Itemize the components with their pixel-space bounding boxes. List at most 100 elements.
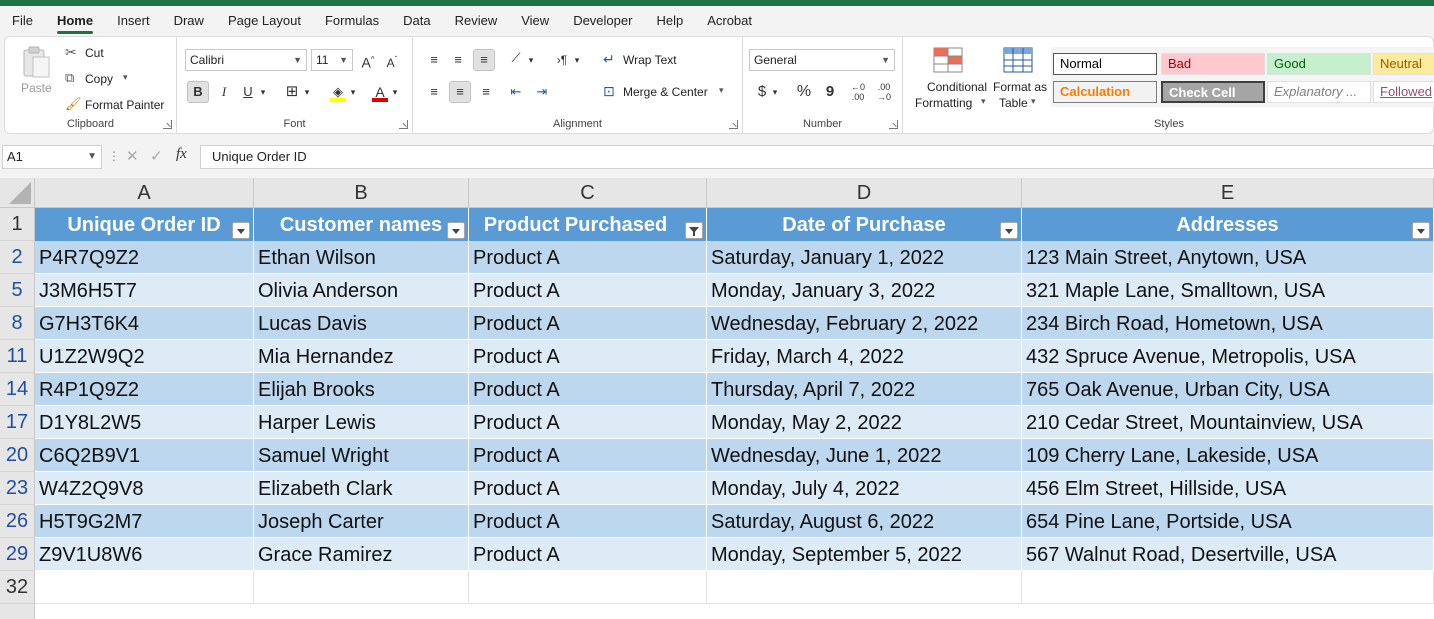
cell-product[interactable]: Product A — [469, 340, 707, 373]
header-cell-customer-names[interactable]: Customer names — [254, 208, 469, 241]
tab-acrobat[interactable]: Acrobat — [695, 6, 764, 36]
bold-button[interactable]: B — [187, 81, 209, 103]
tab-view[interactable]: View — [509, 6, 561, 36]
tab-home[interactable]: Home — [45, 6, 105, 36]
cell[interactable] — [707, 571, 1022, 604]
cell-product[interactable]: Product A — [469, 307, 707, 340]
cell-product[interactable]: Product A — [469, 406, 707, 439]
increase-decimal-icon[interactable]: ←0.00 — [847, 81, 869, 103]
column-header-d[interactable]: D — [707, 178, 1022, 208]
cell-address[interactable]: 456 Elm Street, Hillside, USA — [1022, 472, 1434, 505]
tab-page-layout[interactable]: Page Layout — [216, 6, 313, 36]
cell-order-id[interactable]: R4P1Q9Z2 — [35, 373, 254, 406]
cell-date[interactable]: Monday, May 2, 2022 — [707, 406, 1022, 439]
merge-center-button[interactable]: ⊡ Merge & Center ▾ — [601, 81, 735, 103]
underline-button[interactable]: U — [237, 81, 259, 103]
increase-font-size-icon[interactable]: A^ — [357, 49, 379, 71]
fill-color-icon[interactable]: ◈ — [327, 81, 349, 103]
cell[interactable] — [1022, 571, 1434, 604]
align-bottom-icon[interactable]: ≡ — [473, 49, 495, 71]
insert-function-icon[interactable]: fx — [176, 146, 187, 163]
text-direction-icon[interactable]: ›¶ — [551, 49, 573, 71]
cell-product[interactable]: Product A — [469, 472, 707, 505]
tab-developer[interactable]: Developer — [561, 6, 644, 36]
cell[interactable] — [254, 571, 469, 604]
style-neutral[interactable]: Neutral — [1373, 53, 1434, 75]
column-header-a[interactable]: A — [35, 178, 254, 208]
increase-indent-icon[interactable]: ⇥ — [531, 81, 553, 103]
name-box[interactable]: A1 ▼ — [2, 145, 102, 169]
align-left-icon[interactable]: ≡ — [423, 81, 445, 103]
decrease-decimal-icon[interactable]: .00 →0 — [873, 81, 895, 103]
column-header-c[interactable]: C — [469, 178, 707, 208]
row-header[interactable]: 14 — [0, 373, 35, 406]
conditional-formatting-button[interactable]: Conditional Formatting ▾ — [909, 43, 987, 113]
dialog-launcher-icon[interactable] — [889, 120, 898, 129]
cell-order-id[interactable]: U1Z2W9Q2 — [35, 340, 254, 373]
cell-product[interactable]: Product A — [469, 373, 707, 406]
chevron-down-icon[interactable]: ▾ — [525, 49, 537, 71]
style-bad[interactable]: Bad — [1161, 53, 1265, 75]
cell-address[interactable]: 123 Main Street, Anytown, USA — [1022, 241, 1434, 274]
cell-date[interactable]: Saturday, January 1, 2022 — [707, 241, 1022, 274]
cell-customer-name[interactable]: Elijah Brooks — [254, 373, 469, 406]
orientation-icon[interactable]: ⟋ — [505, 47, 527, 69]
copy-button[interactable]: ⧉ Copy ▾ — [63, 69, 173, 89]
cell-product[interactable]: Product A — [469, 439, 707, 472]
wrap-text-button[interactable]: ↵ Wrap Text — [601, 49, 711, 71]
header-cell-date-of-purchase[interactable]: Date of Purchase — [707, 208, 1022, 241]
cell-customer-name[interactable]: Olivia Anderson — [254, 274, 469, 307]
cell-product[interactable]: Product A — [469, 241, 707, 274]
decrease-font-size-icon[interactable]: Aˇ — [381, 49, 403, 71]
row-header[interactable]: 26 — [0, 505, 35, 538]
dialog-launcher-icon[interactable] — [399, 120, 408, 129]
chevron-down-icon[interactable]: ▾ — [347, 81, 359, 103]
format-as-table-button[interactable]: Format as Table ▾ — [991, 43, 1049, 113]
row-header[interactable]: 17 — [0, 406, 35, 439]
cell[interactable] — [469, 571, 707, 604]
tab-insert[interactable]: Insert — [105, 6, 162, 36]
filter-dropdown-icon[interactable] — [1412, 222, 1430, 239]
enter-icon[interactable]: ✓ — [150, 147, 163, 165]
row-header[interactable]: 1 — [0, 208, 35, 241]
font-color-icon[interactable]: A — [369, 81, 391, 103]
cell-date[interactable]: Saturday, August 6, 2022 — [707, 505, 1022, 538]
comma-style-icon[interactable]: 9 — [819, 81, 841, 103]
tab-formulas[interactable]: Formulas — [313, 6, 391, 36]
row-header[interactable]: 11 — [0, 340, 35, 373]
formula-input[interactable]: Unique Order ID — [200, 145, 1434, 169]
style-good[interactable]: Good — [1267, 53, 1371, 75]
style-check-cell[interactable]: Check Cell — [1161, 81, 1265, 103]
dialog-launcher-icon[interactable] — [163, 120, 172, 129]
tab-file[interactable]: File — [0, 6, 45, 36]
cell-order-id[interactable]: J3M6H5T7 — [35, 274, 254, 307]
row-header[interactable]: 32 — [0, 571, 35, 604]
select-all-button[interactable] — [0, 178, 35, 208]
align-right-icon[interactable]: ≡ — [475, 81, 497, 103]
cell-order-id[interactable]: P4R7Q9Z2 — [35, 241, 254, 274]
chevron-down-icon[interactable]: ▾ — [571, 49, 583, 71]
cell-date[interactable]: Friday, March 4, 2022 — [707, 340, 1022, 373]
style-calculation[interactable]: Calculation — [1053, 81, 1157, 103]
filter-dropdown-icon[interactable] — [1000, 222, 1018, 239]
cell-order-id[interactable]: D1Y8L2W5 — [35, 406, 254, 439]
style-normal[interactable]: Normal — [1053, 53, 1157, 75]
cell-product[interactable]: Product A — [469, 274, 707, 307]
cell-customer-name[interactable]: Samuel Wright — [254, 439, 469, 472]
cell-address[interactable]: 109 Cherry Lane, Lakeside, USA — [1022, 439, 1434, 472]
chevron-down-icon[interactable]: ▾ — [257, 81, 269, 103]
cell-customer-name[interactable]: Mia Hernandez — [254, 340, 469, 373]
format-painter-button[interactable]: 🖌 Format Painter — [63, 95, 173, 115]
cell-order-id[interactable]: H5T9G2M7 — [35, 505, 254, 538]
header-cell-addresses[interactable]: Addresses — [1022, 208, 1434, 241]
paste-button[interactable]: Paste — [17, 43, 57, 113]
cell-address[interactable]: 567 Walnut Road, Desertville, USA — [1022, 538, 1434, 571]
align-middle-icon[interactable]: ≡ — [447, 49, 469, 71]
cell-customer-name[interactable]: Grace Ramirez — [254, 538, 469, 571]
cell-customer-name[interactable]: Harper Lewis — [254, 406, 469, 439]
cell-date[interactable]: Monday, July 4, 2022 — [707, 472, 1022, 505]
align-top-icon[interactable]: ≡ — [423, 49, 445, 71]
row-header[interactable]: 23 — [0, 472, 35, 505]
align-center-icon[interactable]: ≡ — [449, 81, 471, 103]
cell-order-id[interactable]: G7H3T6K4 — [35, 307, 254, 340]
